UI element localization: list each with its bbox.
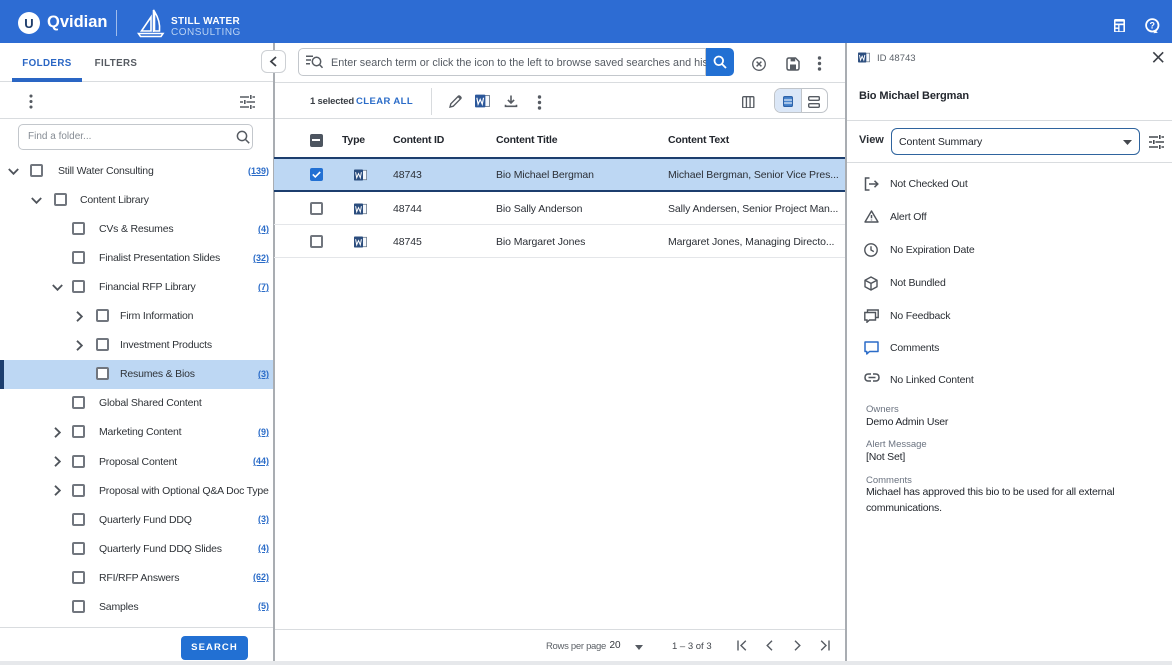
svg-text:?: ? <box>1149 20 1155 30</box>
